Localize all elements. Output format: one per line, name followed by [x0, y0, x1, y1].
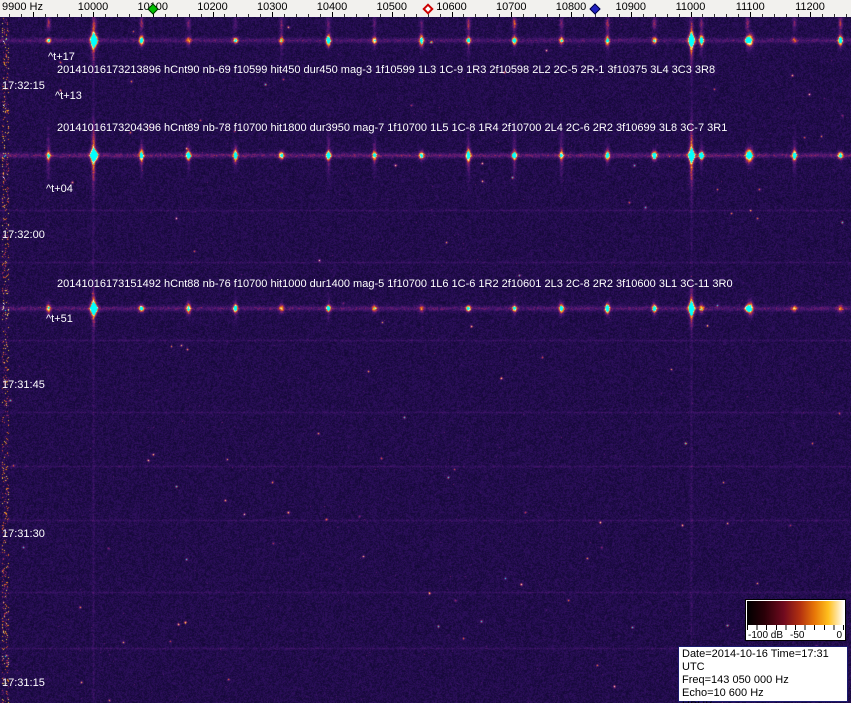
freq-tick — [224, 14, 225, 17]
freq-tick — [810, 12, 811, 17]
freq-tick — [165, 14, 166, 17]
colorbar-mid-label: -50 — [790, 630, 804, 641]
freq-tick — [81, 14, 82, 17]
freq-tick — [452, 12, 453, 17]
freq-tick — [475, 14, 476, 17]
freq-tick — [93, 12, 94, 17]
freq-tick — [714, 14, 715, 17]
freq-tick — [786, 14, 787, 17]
freq-tick — [440, 14, 441, 17]
freq-tick — [236, 14, 237, 17]
freq-tick — [750, 12, 751, 17]
freq-tick — [308, 14, 309, 17]
meteor-spectrogram-app: 9900 Hz100001010010200103001040010500106… — [0, 0, 851, 703]
freq-tick — [260, 14, 261, 17]
frequency-axis: 9900 Hz100001010010200103001040010500106… — [0, 0, 851, 17]
freq-tick — [105, 14, 106, 17]
freq-tick — [834, 14, 835, 17]
freq-tick — [21, 14, 22, 17]
freq-tick-label: 9900 Hz — [2, 1, 43, 13]
freq-tick — [846, 14, 847, 17]
colorbar-max-label: 0 — [836, 630, 842, 641]
freq-tick — [296, 14, 297, 17]
colorbar-min-label: -100 dB — [748, 630, 783, 641]
info-echo-frequency: Echo=10 600 Hz — [682, 687, 844, 700]
freq-tick — [571, 12, 572, 17]
freq-tick — [607, 14, 608, 17]
freq-tick — [535, 14, 536, 17]
freq-tick — [702, 14, 703, 17]
freq-tick — [499, 14, 500, 17]
colorbar-labels: -100 dB -50 0 — [746, 630, 845, 641]
freq-tick — [284, 14, 285, 17]
freq-tick — [33, 12, 34, 17]
info-date-time: Date=2014-10-16 Time=17:31 UTC — [682, 648, 844, 674]
freq-tick — [332, 12, 333, 17]
freq-tick — [643, 14, 644, 17]
freq-tick — [57, 14, 58, 17]
freq-tick — [392, 12, 393, 17]
status-info-box: Date=2014-10-16 Time=17:31 UTC Freq=143 … — [678, 646, 848, 702]
freq-tick — [583, 14, 584, 17]
waterfall-spectrogram[interactable] — [0, 17, 851, 703]
freq-tick — [619, 14, 620, 17]
freq-tick — [380, 14, 381, 17]
colorbar-gradient — [747, 601, 844, 625]
freq-tick — [774, 14, 775, 17]
freq-tick — [69, 14, 70, 17]
freq-tick — [129, 14, 130, 17]
freq-tick — [738, 14, 739, 17]
freq-tick — [272, 12, 273, 17]
freq-tick — [177, 14, 178, 17]
freq-tick — [691, 12, 692, 17]
freq-tick — [45, 14, 46, 17]
freq-marker-blue-diamond-icon[interactable] — [589, 3, 600, 14]
info-frequency: Freq=143 050 000 Hz — [682, 674, 844, 687]
freq-tick — [404, 14, 405, 17]
freq-tick — [726, 14, 727, 17]
colorbar-legend: -100 dB -50 0 — [745, 599, 846, 641]
freq-tick — [487, 14, 488, 17]
freq-tick — [547, 14, 548, 17]
freq-tick — [344, 14, 345, 17]
freq-tick — [141, 14, 142, 17]
freq-tick — [463, 14, 464, 17]
freq-tick — [667, 14, 668, 17]
freq-tick — [762, 14, 763, 17]
freq-tick — [356, 14, 357, 17]
freq-tick — [822, 14, 823, 17]
freq-tick — [511, 12, 512, 17]
freq-tick — [368, 14, 369, 17]
freq-tick — [523, 14, 524, 17]
freq-tick — [201, 14, 202, 17]
freq-tick — [631, 12, 632, 17]
freq-marker-red-diamond-icon[interactable] — [422, 3, 433, 14]
freq-tick — [189, 14, 190, 17]
freq-tick — [798, 14, 799, 17]
freq-tick — [213, 12, 214, 17]
freq-tick — [559, 14, 560, 17]
freq-tick — [248, 14, 249, 17]
freq-tick — [117, 14, 118, 17]
freq-tick — [320, 14, 321, 17]
freq-tick — [679, 14, 680, 17]
freq-tick — [655, 14, 656, 17]
freq-tick — [416, 14, 417, 17]
freq-tick — [9, 14, 10, 17]
